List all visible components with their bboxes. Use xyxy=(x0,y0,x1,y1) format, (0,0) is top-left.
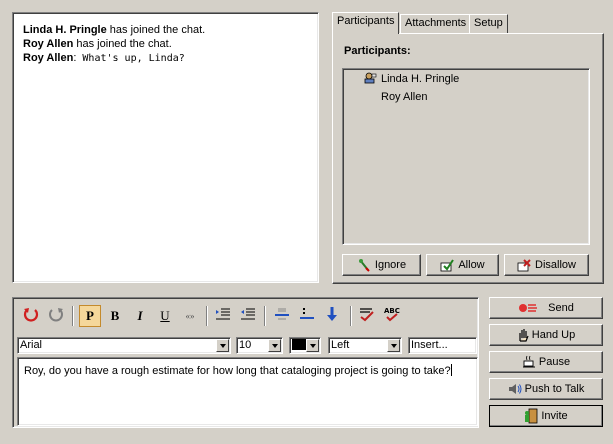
undo-icon xyxy=(23,306,39,326)
chevron-down-icon[interactable] xyxy=(268,339,281,352)
toolbar-separator xyxy=(350,306,352,326)
underline-icon: U xyxy=(160,308,170,323)
send-icon xyxy=(518,302,538,314)
send-label: Send xyxy=(548,302,574,314)
tab-setup[interactable]: Setup xyxy=(469,14,508,33)
quote-icon: «» xyxy=(185,311,195,321)
send-button[interactable]: Send xyxy=(489,297,603,319)
bold-icon: B xyxy=(110,308,120,323)
invite-button[interactable]: Invite xyxy=(489,405,603,427)
horizontal-rule-icon xyxy=(274,307,290,325)
disallow-label: Disallow xyxy=(535,259,576,271)
participants-list[interactable]: Linda H. Pringle Roy Allen xyxy=(342,68,590,245)
hand-up-label: Hand Up xyxy=(531,329,576,341)
speaker-icon xyxy=(508,383,522,395)
chat-line: Roy Allen has joined the chat. xyxy=(23,37,308,51)
indent-icon xyxy=(215,307,231,325)
insert-select[interactable]: Insert... xyxy=(408,337,477,354)
chat-log[interactable]: Linda H. Pringle has joined the chat. Ro… xyxy=(12,12,319,283)
participant-item[interactable]: Roy Allen xyxy=(381,91,427,103)
paragraph-icon: P xyxy=(86,308,94,323)
toolbar-separator xyxy=(264,306,266,326)
message-input[interactable]: Roy, do you have a rough estimate for ho… xyxy=(17,357,478,426)
hand-icon xyxy=(517,328,529,342)
allow-button[interactable]: Allow xyxy=(426,254,499,276)
door-icon xyxy=(524,408,538,424)
paragraph-button[interactable]: P xyxy=(79,305,101,327)
chat-message: What's up, Linda? xyxy=(76,53,185,64)
chat-sender: Roy Allen xyxy=(23,52,74,64)
participant-item[interactable]: Linda H. Pringle xyxy=(381,73,459,85)
horizontal-rule-button[interactable] xyxy=(271,305,293,327)
hand-up-button[interactable]: Hand Up xyxy=(489,324,603,346)
font-size-select[interactable]: 10 xyxy=(236,337,283,354)
tab-attachments[interactable]: Attachments xyxy=(400,14,472,33)
insert-down-button[interactable] xyxy=(321,305,343,327)
insert-value: Insert... xyxy=(411,339,448,351)
toolbar-separator xyxy=(72,306,74,326)
font-size-value: 10 xyxy=(239,339,252,351)
allow-icon xyxy=(440,258,455,272)
participants-panel: Participants: Linda H. Pringle Roy Allen… xyxy=(332,33,604,284)
toolbar-separator xyxy=(206,306,208,326)
redo-icon xyxy=(48,306,64,326)
spellcheck-button[interactable] xyxy=(356,305,378,327)
alignment-select[interactable]: Left xyxy=(328,337,402,354)
color-swatch xyxy=(292,339,306,350)
indent-button[interactable] xyxy=(212,305,234,327)
chevron-down-icon[interactable] xyxy=(387,339,400,352)
italic-button[interactable]: I xyxy=(129,305,151,327)
redo-button[interactable] xyxy=(45,305,67,327)
list-button[interactable] xyxy=(296,305,318,327)
svg-text:ABC: ABC xyxy=(384,307,400,315)
abc-check-button[interactable]: ABC xyxy=(381,305,403,327)
chevron-down-icon[interactable] xyxy=(306,339,319,352)
undo-button[interactable] xyxy=(20,305,42,327)
message-text: Roy, do you have a rough estimate for ho… xyxy=(24,365,451,377)
underline-button[interactable]: U xyxy=(154,305,176,327)
chat-line: Linda H. Pringle has joined the chat. xyxy=(23,23,308,37)
italic-icon: I xyxy=(137,308,143,323)
font-value: Arial xyxy=(20,339,43,351)
tab-participants[interactable]: Participants xyxy=(332,12,400,34)
chat-sender: Roy Allen xyxy=(23,38,74,50)
alignment-value: Left xyxy=(331,339,350,351)
chevron-down-icon[interactable] xyxy=(216,339,229,352)
font-select[interactable]: Arial xyxy=(17,337,231,354)
ignore-label: Ignore xyxy=(374,259,407,271)
disallow-button[interactable]: Disallow xyxy=(504,254,589,276)
pause-button[interactable]: Pause xyxy=(489,351,603,373)
chat-message: has joined the chat. xyxy=(109,24,206,36)
invite-label: Invite xyxy=(541,410,568,422)
compose-panel: P B I U «» ABC Arial 10 Left Insert... R… xyxy=(12,297,479,428)
moderator-icon xyxy=(363,72,377,87)
spellcheck-icon xyxy=(358,306,376,326)
participants-heading: Participants: xyxy=(344,45,411,57)
list-icon xyxy=(299,307,315,325)
outdent-button[interactable] xyxy=(237,305,259,327)
quote-button[interactable]: «» xyxy=(179,305,201,327)
outdent-icon xyxy=(240,307,256,325)
text-color-select[interactable] xyxy=(289,337,321,354)
pause-label: Pause xyxy=(538,356,571,368)
bold-button[interactable]: B xyxy=(104,305,126,327)
ignore-icon xyxy=(357,258,371,272)
coffee-cup-icon xyxy=(522,355,536,369)
insert-down-icon xyxy=(325,306,339,326)
push-to-talk-label: Push to Talk xyxy=(524,383,585,395)
ignore-button[interactable]: Ignore xyxy=(342,254,421,276)
chat-sender: Linda H. Pringle xyxy=(23,24,107,36)
push-to-talk-button[interactable]: Push to Talk xyxy=(489,378,603,400)
text-caret xyxy=(450,364,452,376)
disallow-icon xyxy=(517,258,531,272)
chat-line: Roy Allen: What's up, Linda? xyxy=(23,51,308,66)
abc-check-icon: ABC xyxy=(383,306,401,326)
chat-message: has joined the chat. xyxy=(76,38,172,50)
allow-label: Allow xyxy=(458,259,485,271)
